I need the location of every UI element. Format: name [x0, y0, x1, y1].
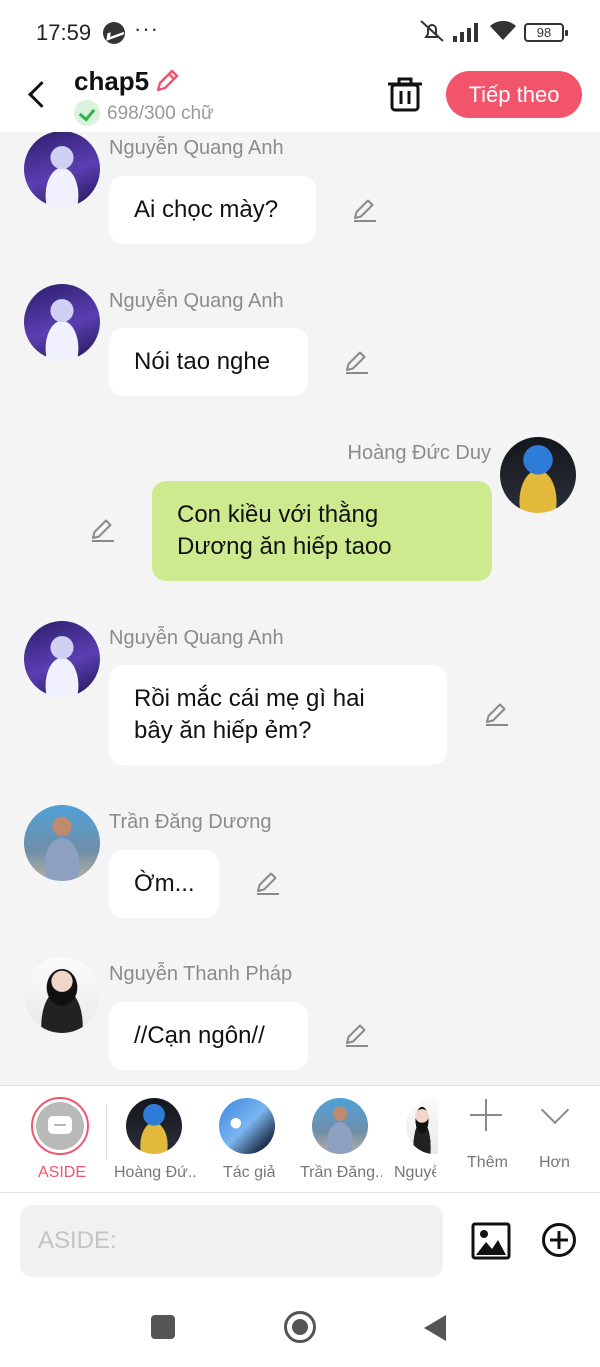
message-text: Ai chọc mày? — [134, 196, 279, 223]
divider — [106, 1104, 107, 1160]
sender-name: Nguyễn Thanh Pháp — [109, 963, 293, 985]
chapter-title[interactable]: chap5 — [74, 66, 149, 97]
message-bubble[interactable]: Ờm... — [109, 850, 219, 918]
add-circle-icon[interactable] — [541, 1222, 577, 1258]
editor-header: chap5 698/300 chữ Tiếp theo — [0, 62, 600, 132]
wifi-icon — [490, 20, 516, 40]
message-text: //Cạn ngôn// — [134, 1022, 265, 1049]
status-time: 17:59 — [36, 20, 92, 45]
home-button[interactable] — [284, 1311, 316, 1343]
character-tran-dang-duong[interactable] — [312, 1098, 368, 1154]
tran-dang-duong-avatar[interactable] — [24, 805, 100, 881]
chevron-down-icon[interactable] — [540, 1100, 568, 1128]
character-selector: ASIDE Hoàng Đứ... Tác giả Trần Đăng... N… — [0, 1085, 600, 1193]
recents-button[interactable] — [151, 1315, 175, 1339]
character-tac-gia[interactable] — [219, 1098, 275, 1154]
more-label[interactable]: Hơn — [539, 1154, 570, 1172]
sender-name: Nguyễn Quang Anh — [109, 627, 284, 649]
add-character-label[interactable]: Thêm — [467, 1154, 508, 1172]
system-back-button[interactable] — [424, 1315, 446, 1341]
nguyen-quang-anh-avatar[interactable] — [24, 621, 100, 697]
character-label: Hoàng Đứ... — [114, 1164, 196, 1181]
sender-name: Trần Đăng Dương — [109, 811, 272, 833]
word-count: 698/300 chữ — [107, 103, 214, 124]
image-icon[interactable] — [471, 1222, 511, 1260]
chat-area[interactable]: Nguyễn Quang Anh Ai chọc mày? Nguyễn Qua… — [0, 132, 600, 1084]
message-bubble[interactable]: Nói tao nghe — [109, 328, 308, 396]
sender-name: Nguyễn Quang Anh — [109, 137, 284, 159]
compose-row — [0, 1193, 600, 1293]
sender-name: Hoàng Đức Duy — [347, 442, 491, 464]
signal-icon — [453, 22, 483, 42]
battery-icon: 98 — [524, 23, 568, 42]
edit-message-icon[interactable] — [89, 516, 117, 544]
messenger-icon — [103, 22, 125, 44]
nguyen-quang-anh-avatar[interactable] — [24, 132, 100, 207]
edit-message-icon[interactable] — [254, 869, 282, 897]
aside-icon — [36, 1102, 84, 1150]
character-label: Nguyễ — [394, 1164, 436, 1181]
character-label: Tác giả — [223, 1164, 276, 1181]
message-text: Ờm... — [134, 870, 195, 897]
hoang-duc-duy-avatar[interactable] — [500, 437, 576, 513]
edit-message-icon[interactable] — [483, 700, 511, 728]
aside-character-button[interactable] — [31, 1097, 89, 1155]
delete-button[interactable] — [386, 74, 424, 114]
system-nav-bar — [0, 1293, 600, 1367]
message-text: Con kiều với thằng Dương ăn hiếp taoo — [177, 501, 392, 560]
edit-message-icon[interactable] — [343, 1021, 371, 1049]
check-icon — [74, 100, 100, 126]
edit-title-icon[interactable] — [152, 66, 182, 96]
message-bubble[interactable]: Ai chọc mày? — [109, 176, 316, 244]
sender-name: Nguyễn Quang Anh — [109, 290, 284, 312]
character-label: Trần Đăng... — [300, 1164, 382, 1181]
message-bubble[interactable]: Rồi mắc cái mẹ gì hai bây ăn hiếp ẻm? — [109, 665, 447, 765]
next-button[interactable]: Tiếp theo — [446, 71, 582, 118]
add-character-icon[interactable] — [470, 1099, 502, 1131]
nguyen-thanh-phap-avatar[interactable] — [24, 957, 100, 1033]
edit-message-icon[interactable] — [343, 348, 371, 376]
message-text: Nói tao nghe — [134, 348, 271, 375]
message-input[interactable] — [20, 1205, 443, 1277]
status-bar: 17:59 ··· 98 — [0, 0, 600, 62]
more-notifications-icon: ··· — [134, 16, 159, 41]
message-bubble[interactable]: //Cạn ngôn// — [109, 1002, 308, 1070]
message-bubble[interactable]: Con kiều với thằng Dương ăn hiếp taoo — [152, 481, 492, 581]
edit-message-icon[interactable] — [351, 196, 379, 224]
character-nguyen-partial[interactable] — [406, 1098, 438, 1154]
back-button[interactable] — [20, 76, 56, 112]
mute-icon — [420, 20, 444, 42]
character-hoang-duc-duy[interactable] — [126, 1098, 182, 1154]
aside-label: ASIDE — [38, 1164, 87, 1181]
message-text: Rồi mắc cái mẹ gì hai bây ăn hiếp ẻm? — [134, 685, 365, 744]
nguyen-quang-anh-avatar[interactable] — [24, 284, 100, 360]
